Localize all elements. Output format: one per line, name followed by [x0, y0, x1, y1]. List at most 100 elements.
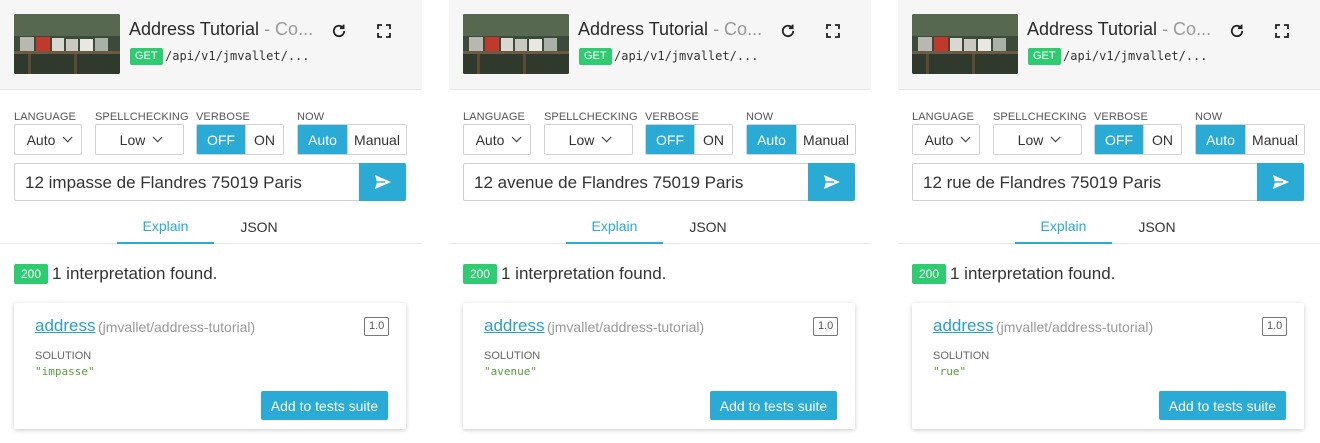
solution-value: "impasse": [35, 365, 95, 378]
spellchecking-value: Low: [1017, 131, 1044, 148]
now-manual-button[interactable]: Manual: [347, 125, 406, 154]
app-title: Address Tutorial: [129, 19, 260, 39]
chevron-down-icon: [602, 132, 612, 143]
test-widget-panel: Address Tutorial - Co... GET /api/v1/jmv…: [449, 0, 871, 443]
send-button[interactable]: [808, 163, 855, 201]
language-select[interactable]: Auto: [912, 124, 980, 155]
result-tabs: Explain JSON: [449, 209, 871, 244]
test-widget-panel: Address Tutorial - Co... GET /api/v1/jmv…: [0, 0, 422, 443]
add-to-tests-button[interactable]: Add to tests suite: [261, 391, 388, 420]
add-to-tests-button[interactable]: Add to tests suite: [710, 391, 837, 420]
language-value: Auto: [26, 131, 56, 148]
endpoint-path: /api/v1/jmvallet/...: [614, 49, 759, 63]
solution-label: SOLUTION: [933, 350, 990, 362]
fullscreen-icon[interactable]: [375, 22, 393, 40]
widget-header: Address Tutorial - Co... GET /api/v1/jmv…: [898, 0, 1320, 90]
widget-header: Address Tutorial - Co... GET /api/v1/jmv…: [449, 0, 871, 90]
tab-explain[interactable]: Explain: [1015, 209, 1112, 244]
language-value: Auto: [475, 131, 505, 148]
send-button[interactable]: [1257, 163, 1304, 201]
widget-title: Address Tutorial - Co...: [578, 19, 768, 40]
version-badge: 1.0: [1262, 317, 1288, 336]
spellchecking-select[interactable]: Low: [95, 124, 184, 155]
result-tabs: Explain JSON: [898, 209, 1320, 244]
interpretation-card: address (jmvallet/address-tutorial) 1.0 …: [14, 303, 406, 429]
now-auto-button[interactable]: Auto: [1196, 125, 1245, 154]
verbose-on-button[interactable]: ON: [694, 125, 732, 154]
send-icon: [374, 175, 391, 189]
refresh-icon[interactable]: [1228, 22, 1246, 40]
app-subtitle: - Co...: [708, 19, 763, 39]
fullscreen-icon[interactable]: [1273, 22, 1291, 40]
tab-json[interactable]: JSON: [226, 209, 292, 244]
intent-link[interactable]: address: [35, 316, 95, 336]
interpretation-card: address (jmvallet/address-tutorial) 1.0 …: [912, 303, 1304, 429]
interpretation-card: address (jmvallet/address-tutorial) 1.0 …: [463, 303, 855, 429]
language-label: LANGUAGE: [463, 111, 525, 123]
verbose-toggle: OFF ON: [645, 124, 733, 155]
tab-explain[interactable]: Explain: [566, 209, 663, 244]
verbose-off-button[interactable]: OFF: [197, 125, 245, 154]
spellchecking-select[interactable]: Low: [544, 124, 633, 155]
now-toggle: Auto Manual: [746, 124, 856, 155]
verbose-on-button[interactable]: ON: [245, 125, 283, 154]
now-toggle: Auto Manual: [297, 124, 407, 155]
query-input[interactable]: 12 rue de Flandres 75019 Paris: [912, 163, 1258, 201]
tab-explain[interactable]: Explain: [117, 209, 214, 244]
method-badge: GET: [579, 48, 612, 65]
tab-json[interactable]: JSON: [1124, 209, 1190, 244]
verbose-off-button[interactable]: OFF: [1095, 125, 1143, 154]
method-badge: GET: [130, 48, 163, 65]
solution-value: "rue": [933, 365, 967, 378]
chevron-down-icon: [961, 132, 971, 143]
intent-path: (jmvallet/address-tutorial): [547, 319, 705, 335]
status-text: 1 interpretation found.: [950, 264, 1116, 283]
endpoint-path: /api/v1/jmvallet/...: [1063, 49, 1208, 63]
intent-path: (jmvallet/address-tutorial): [996, 319, 1154, 335]
fullscreen-icon[interactable]: [824, 22, 842, 40]
solution-value: "avenue": [484, 365, 537, 378]
chevron-down-icon: [512, 132, 522, 143]
intent-thumbnail: [463, 14, 569, 74]
widget-title: Address Tutorial - Co...: [1027, 19, 1217, 40]
status-text: 1 interpretation found.: [52, 264, 218, 283]
chevron-down-icon: [63, 132, 73, 143]
intent-thumbnail: [14, 14, 120, 74]
verbose-off-button[interactable]: OFF: [646, 125, 694, 154]
intent-path: (jmvallet/address-tutorial): [98, 319, 256, 335]
test-widget-panel: Address Tutorial - Co... GET /api/v1/jmv…: [898, 0, 1320, 443]
language-select[interactable]: Auto: [463, 124, 531, 155]
method-badge: GET: [1028, 48, 1061, 65]
language-value: Auto: [924, 131, 954, 148]
now-auto-button[interactable]: Auto: [747, 125, 796, 154]
solution-label: SOLUTION: [35, 350, 92, 362]
refresh-icon[interactable]: [779, 22, 797, 40]
spellchecking-label: SPELLCHECKING: [95, 111, 189, 123]
version-badge: 1.0: [364, 317, 390, 336]
intent-link[interactable]: address: [933, 316, 993, 336]
now-auto-button[interactable]: Auto: [298, 125, 347, 154]
now-label: NOW: [297, 111, 325, 123]
add-to-tests-button[interactable]: Add to tests suite: [1159, 391, 1286, 420]
widget-title: Address Tutorial - Co...: [129, 19, 319, 40]
verbose-on-button[interactable]: ON: [1143, 125, 1181, 154]
now-label: NOW: [1195, 111, 1223, 123]
now-label: NOW: [746, 111, 774, 123]
spellchecking-label: SPELLCHECKING: [993, 111, 1087, 123]
send-button[interactable]: [359, 163, 406, 201]
verbose-toggle: OFF ON: [196, 124, 284, 155]
spellchecking-select[interactable]: Low: [993, 124, 1082, 155]
verbose-label: VERBOSE: [645, 111, 699, 123]
status-text: 1 interpretation found.: [501, 264, 667, 283]
tab-json[interactable]: JSON: [675, 209, 741, 244]
solution-label: SOLUTION: [484, 350, 541, 362]
query-input[interactable]: 12 avenue de Flandres 75019 Paris: [463, 163, 809, 201]
verbose-label: VERBOSE: [196, 111, 250, 123]
language-select[interactable]: Auto: [14, 124, 82, 155]
send-icon: [1272, 175, 1289, 189]
query-input[interactable]: 12 impasse de Flandres 75019 Paris: [14, 163, 360, 201]
refresh-icon[interactable]: [330, 22, 348, 40]
intent-link[interactable]: address: [484, 316, 544, 336]
now-manual-button[interactable]: Manual: [1245, 125, 1304, 154]
now-manual-button[interactable]: Manual: [796, 125, 855, 154]
